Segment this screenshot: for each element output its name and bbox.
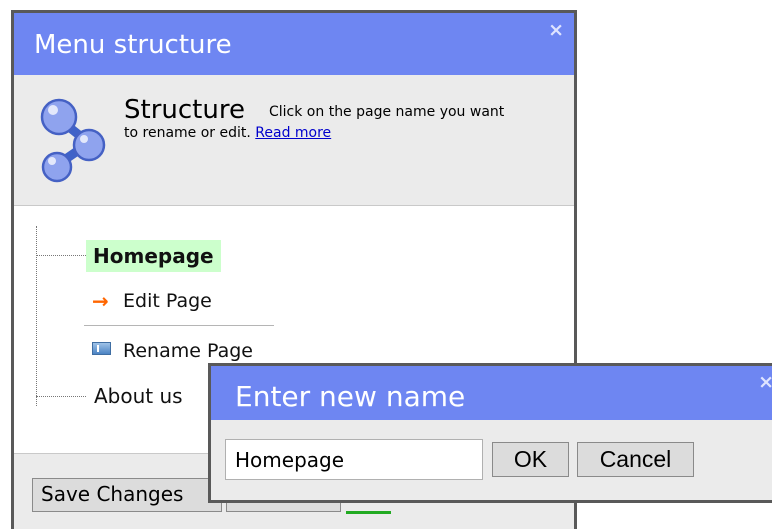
dialog-title: Menu structure xyxy=(34,30,232,60)
tree-branch xyxy=(36,255,86,256)
rename-icon xyxy=(92,342,111,355)
cancel-button[interactable]: Cancel xyxy=(577,442,694,477)
header-description-line2: to rename or edit. Read more xyxy=(124,124,331,142)
edit-page-label: Edit Page xyxy=(123,290,212,312)
popup-title-bar[interactable]: Enter new name × xyxy=(211,366,772,420)
read-more-link[interactable]: Read more xyxy=(255,125,331,141)
new-name-input[interactable] xyxy=(225,439,483,480)
status-indicator xyxy=(346,511,391,514)
header-description: Click on the page name you want xyxy=(269,104,505,120)
dialog-title-bar[interactable]: Menu structure × xyxy=(14,13,574,75)
close-icon[interactable]: × xyxy=(758,372,772,392)
tree-node-homepage[interactable]: Homepage xyxy=(86,240,221,272)
close-icon[interactable]: × xyxy=(548,20,564,40)
rename-popup: Enter new name × OK Cancel xyxy=(208,363,772,503)
tree-connector xyxy=(36,226,37,406)
header-title: Structure xyxy=(124,95,245,125)
save-changes-button[interactable]: Save Changes xyxy=(32,478,222,512)
structure-icon xyxy=(40,98,106,183)
tree-node-about-us[interactable]: About us xyxy=(94,380,183,412)
arrow-right-icon: → xyxy=(92,289,109,313)
edit-page-action[interactable]: → Edit Page xyxy=(84,277,274,326)
ok-button[interactable]: OK xyxy=(492,442,569,477)
tree-branch xyxy=(36,396,86,397)
header-description-text: to rename or edit. xyxy=(124,125,251,141)
popup-title: Enter new name xyxy=(235,380,466,413)
